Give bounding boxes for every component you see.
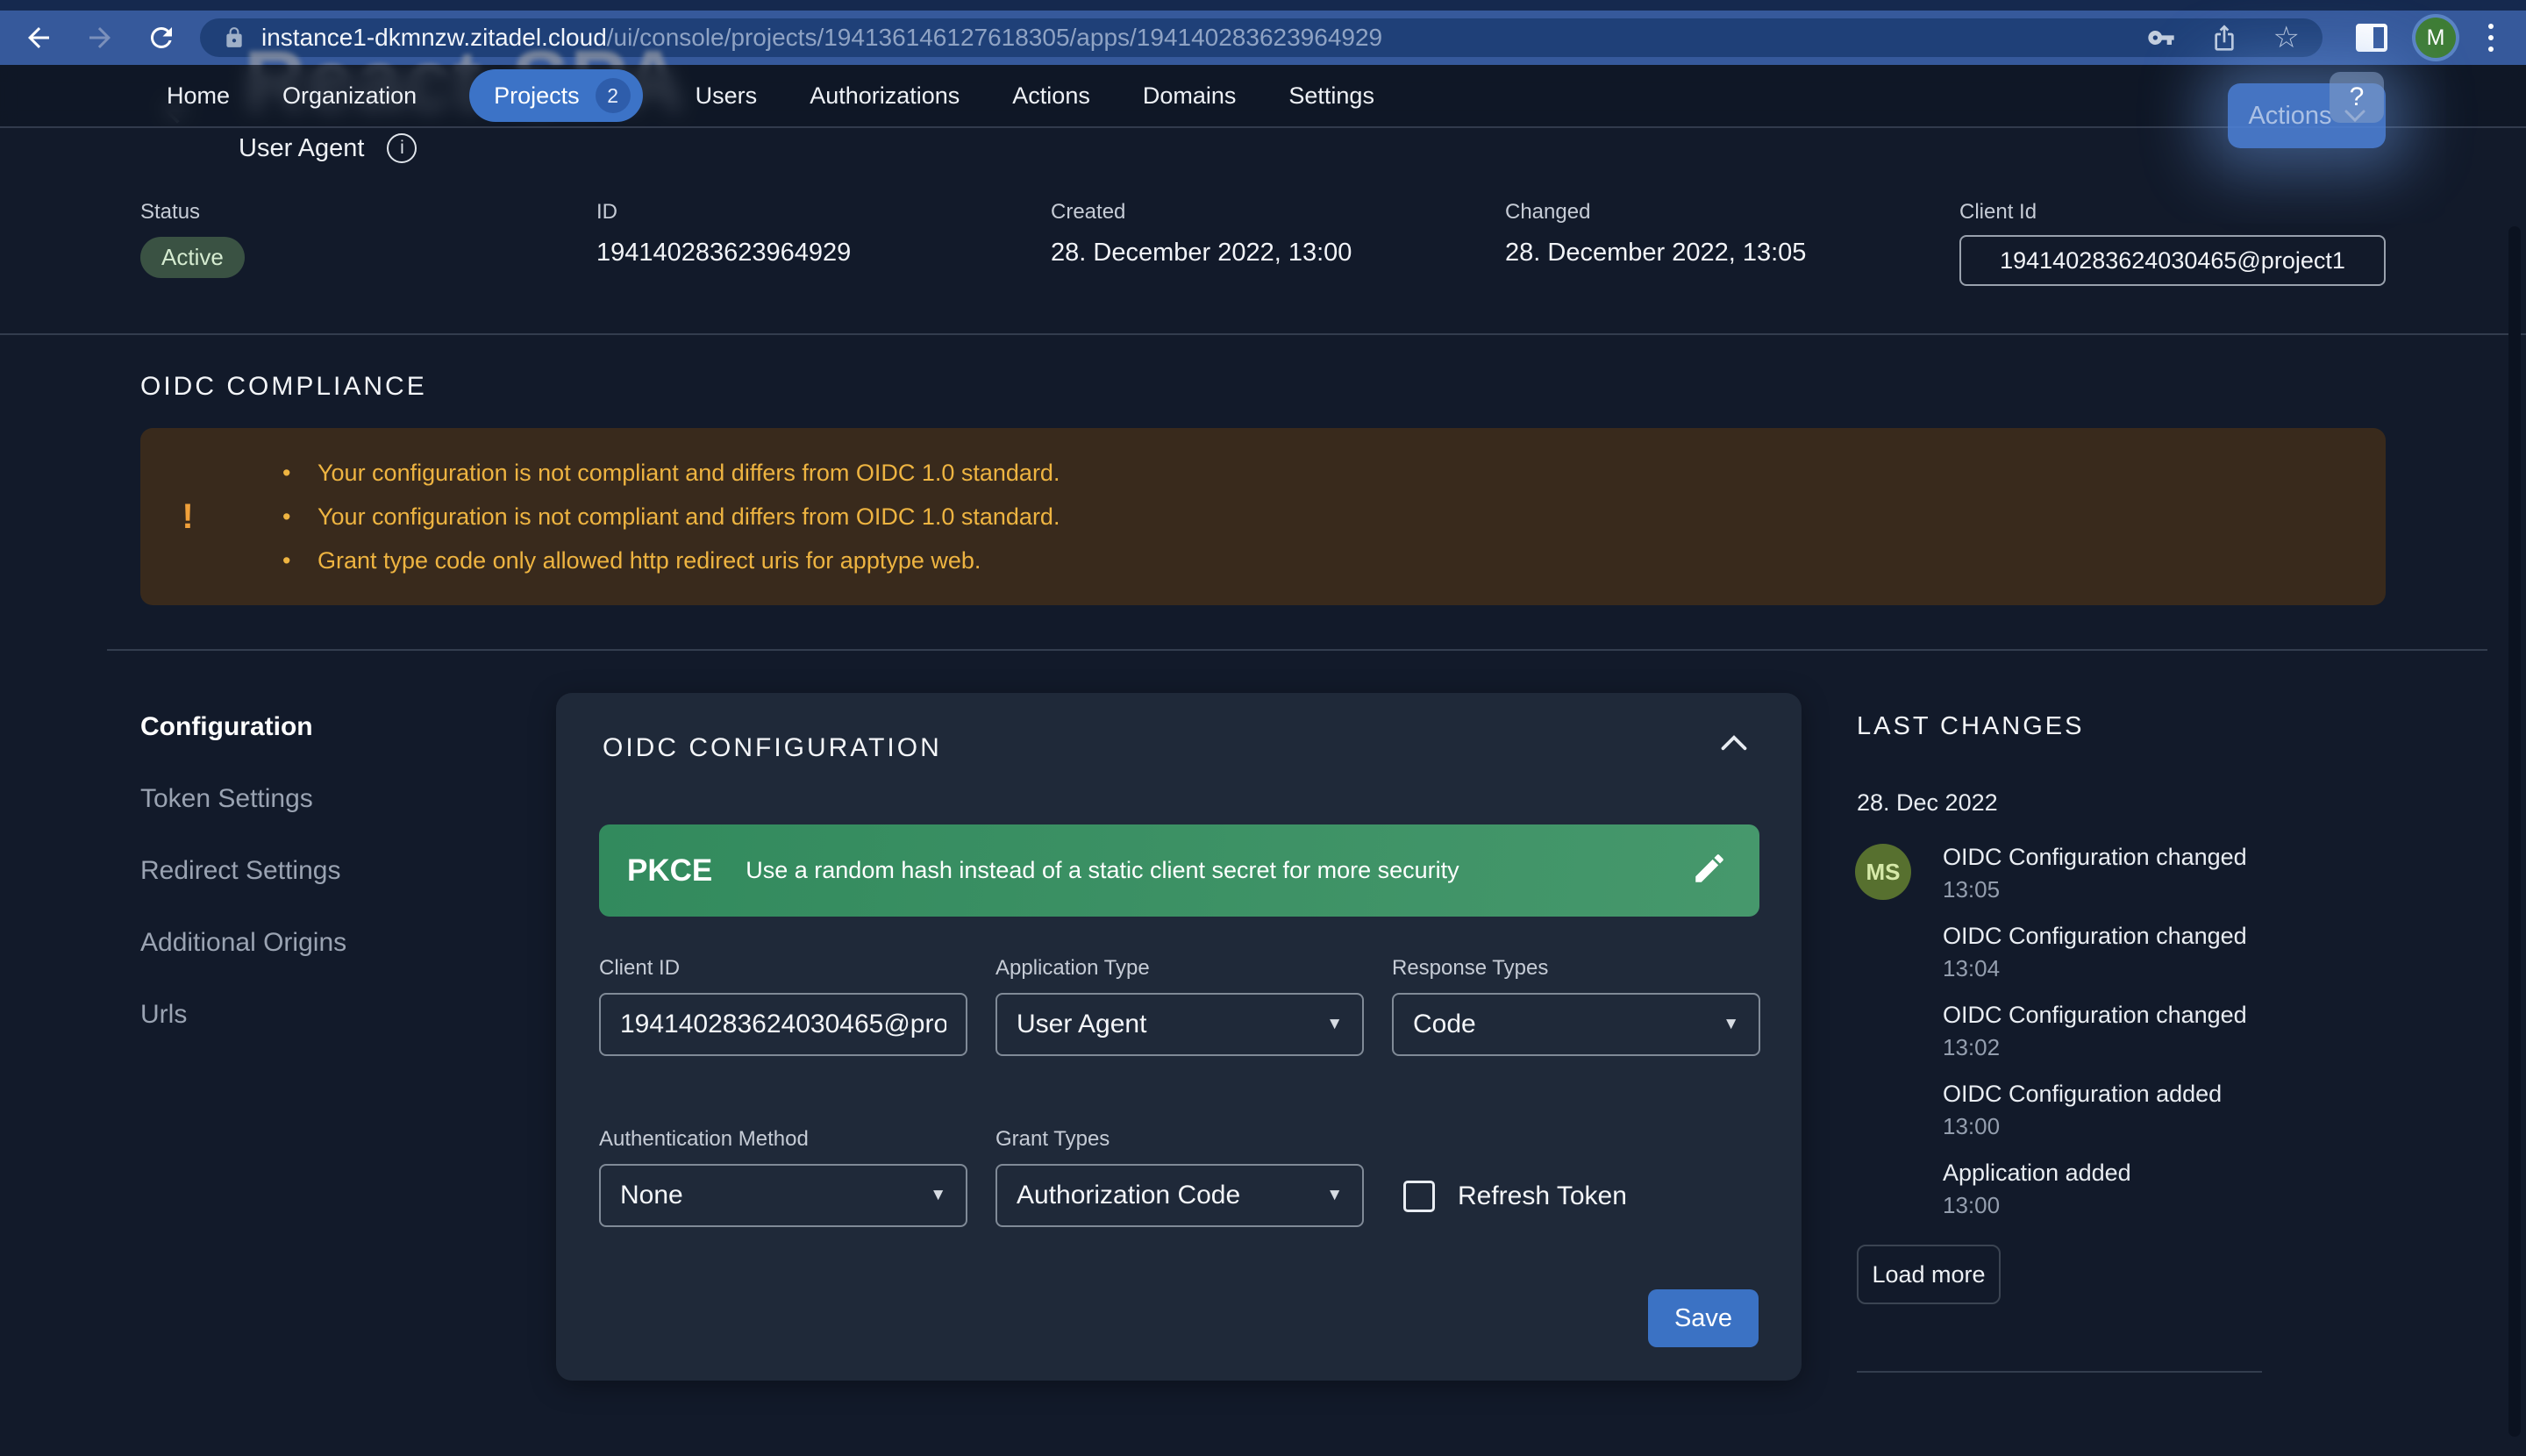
status-column: Status Active (140, 200, 245, 278)
info-icon[interactable]: i (387, 133, 417, 163)
config-subnav: Configuration Token Settings Redirect Se… (140, 712, 346, 1072)
zitadel-console-page: instance1-dkmnzw.zitadel.cloud/ui/consol… (0, 0, 2526, 1456)
browser-menu-icon[interactable] (2487, 24, 2494, 52)
refresh-token-row: Refresh Token (1403, 1181, 1627, 1212)
refresh-token-label: Refresh Token (1458, 1181, 1627, 1211)
window-frame-strip (0, 0, 2526, 11)
grant-types-field: Grant Types Authorization Code ▼ (995, 1127, 1364, 1227)
refresh-token-checkbox[interactable] (1403, 1181, 1435, 1212)
grant-types-label: Grant Types (995, 1127, 1364, 1152)
pkce-description: Use a random hash instead of a static cl… (746, 857, 1691, 884)
app-type-label: User Agent (239, 134, 364, 163)
application-type-field: Application Type User Agent ▼ (995, 956, 1364, 1056)
subnav-item-configuration[interactable]: Configuration (140, 712, 346, 784)
status-badge: Active (140, 237, 245, 278)
subnav-item-token-settings[interactable]: Token Settings (140, 784, 346, 856)
grant-types-select[interactable]: Authorization Code ▼ (995, 1164, 1364, 1227)
nav-item-users[interactable]: Users (696, 82, 758, 110)
chevron-down-icon: ▼ (1326, 1186, 1343, 1205)
change-entry: Application added 13:00 (1943, 1160, 2247, 1219)
change-entry: OIDC Configuration changed 13:02 (1943, 1002, 2247, 1061)
bookmark-star-icon[interactable]: ☆ (2273, 23, 2300, 53)
divider (1857, 1371, 2262, 1373)
help-button[interactable]: ? (2330, 72, 2384, 123)
change-entry: OIDC Configuration changed 13:04 (1943, 923, 2247, 982)
changes-date: 28. Dec 2022 (1857, 789, 1998, 817)
authentication-method-field: Authentication Method None ▼ (599, 1127, 967, 1227)
nav-item-projects[interactable]: Projects 2 (469, 69, 643, 122)
created-column: Created 28. December 2022, 13:00 (1051, 200, 1352, 268)
scrollbar-thumb[interactable] (2508, 226, 2521, 1437)
client-id-field-label: Client ID (599, 956, 967, 981)
divider (107, 649, 2487, 651)
compliance-warning-box: ! Your configuration is not compliant an… (140, 428, 2386, 605)
browser-back-icon[interactable] (19, 18, 58, 57)
projects-count-badge: 2 (596, 78, 631, 113)
application-type-select[interactable]: User Agent ▼ (995, 993, 1364, 1056)
padlock-icon (223, 26, 246, 49)
divider (0, 333, 2526, 335)
change-entry: OIDC Configuration changed 13:05 (1943, 844, 2247, 903)
subnav-item-redirect-settings[interactable]: Redirect Settings (140, 856, 346, 928)
client-id-chip[interactable]: 194140283624030465@project1 (1959, 235, 2386, 286)
warning-list: Your configuration is not compliant and … (282, 451, 1060, 582)
changes-list: OIDC Configuration changed 13:05 OIDC Co… (1943, 844, 2247, 1238)
warning-item: Grant type code only allowed http redire… (282, 539, 1060, 582)
console-nav: Home Organization Projects 2 Users Autho… (0, 65, 2526, 128)
browser-reload-icon[interactable] (142, 18, 181, 57)
browser-forward-icon[interactable] (81, 18, 119, 57)
nav-item-settings[interactable]: Settings (1288, 82, 1374, 110)
client-id-label: Client Id (1959, 200, 2386, 225)
client-id-column: Client Id 194140283624030465@project1 (1959, 200, 2386, 286)
save-button[interactable]: Save (1648, 1289, 1759, 1347)
compliance-title: OIDC COMPLIANCE (140, 372, 427, 402)
response-types-select[interactable]: Code ▼ (1392, 993, 1760, 1056)
status-label: Status (140, 200, 245, 225)
changed-value: 28. December 2022, 13:05 (1505, 239, 1806, 268)
authentication-method-select[interactable]: None ▼ (599, 1164, 967, 1227)
chevron-down-icon: ▼ (1723, 1015, 1739, 1034)
chevron-down-icon: ▼ (930, 1186, 946, 1205)
id-label: ID (596, 200, 851, 225)
edit-pencil-icon[interactable] (1691, 850, 1728, 891)
change-entry: OIDC Configuration added 13:00 (1943, 1081, 2247, 1140)
side-panel-icon[interactable] (2356, 24, 2387, 52)
nav-item-home[interactable]: Home (167, 82, 230, 110)
response-types-label: Response Types (1392, 956, 1760, 981)
nav-item-organization[interactable]: Organization (282, 82, 417, 110)
subnav-item-additional-origins[interactable]: Additional Origins (140, 928, 346, 1000)
id-value: 194140283623964929 (596, 239, 851, 268)
warning-icon: ! (170, 497, 205, 537)
changed-column: Changed 28. December 2022, 13:05 (1505, 200, 1806, 268)
created-label: Created (1051, 200, 1352, 225)
warning-item: Your configuration is not compliant and … (282, 451, 1060, 495)
authentication-method-label: Authentication Method (599, 1127, 967, 1152)
client-id-field: Client ID 194140283624030465@project1 (599, 956, 967, 1056)
pkce-title: PKCE (627, 853, 712, 889)
id-column: ID 194140283623964929 (596, 200, 851, 268)
avatar: MS (1855, 844, 1911, 900)
app-type-row: User Agent i (239, 133, 417, 163)
oidc-configuration-card: OIDC CONFIGURATION PKCE Use a random has… (556, 693, 1802, 1381)
nav-item-domains[interactable]: Domains (1143, 82, 1237, 110)
client-id-input[interactable]: 194140283624030465@project1 (599, 993, 967, 1056)
url-path: /ui/console/projects/194136146127618305/… (607, 24, 1382, 51)
password-key-icon[interactable] (2147, 24, 2175, 52)
browser-profile-avatar[interactable]: M (2415, 18, 2456, 58)
pkce-banner: PKCE Use a random hash instead of a stat… (599, 824, 1759, 917)
collapse-chevron-icon[interactable] (1721, 735, 1747, 755)
card-title: OIDC CONFIGURATION (603, 733, 942, 763)
warning-item: Your configuration is not compliant and … (282, 495, 1060, 539)
response-types-field: Response Types Code ▼ (1392, 956, 1760, 1056)
created-value: 28. December 2022, 13:00 (1051, 239, 1352, 268)
load-more-button[interactable]: Load more (1857, 1245, 2001, 1304)
chevron-down-icon: ▼ (1326, 1015, 1343, 1034)
last-changes-title: LAST CHANGES (1857, 712, 2084, 741)
application-type-label: Application Type (995, 956, 1364, 981)
nav-item-actions[interactable]: Actions (1012, 82, 1090, 110)
nav-item-authorizations[interactable]: Authorizations (810, 82, 960, 110)
changed-label: Changed (1505, 200, 1806, 225)
share-icon[interactable] (2210, 24, 2238, 52)
subnav-item-urls[interactable]: Urls (140, 1000, 346, 1072)
